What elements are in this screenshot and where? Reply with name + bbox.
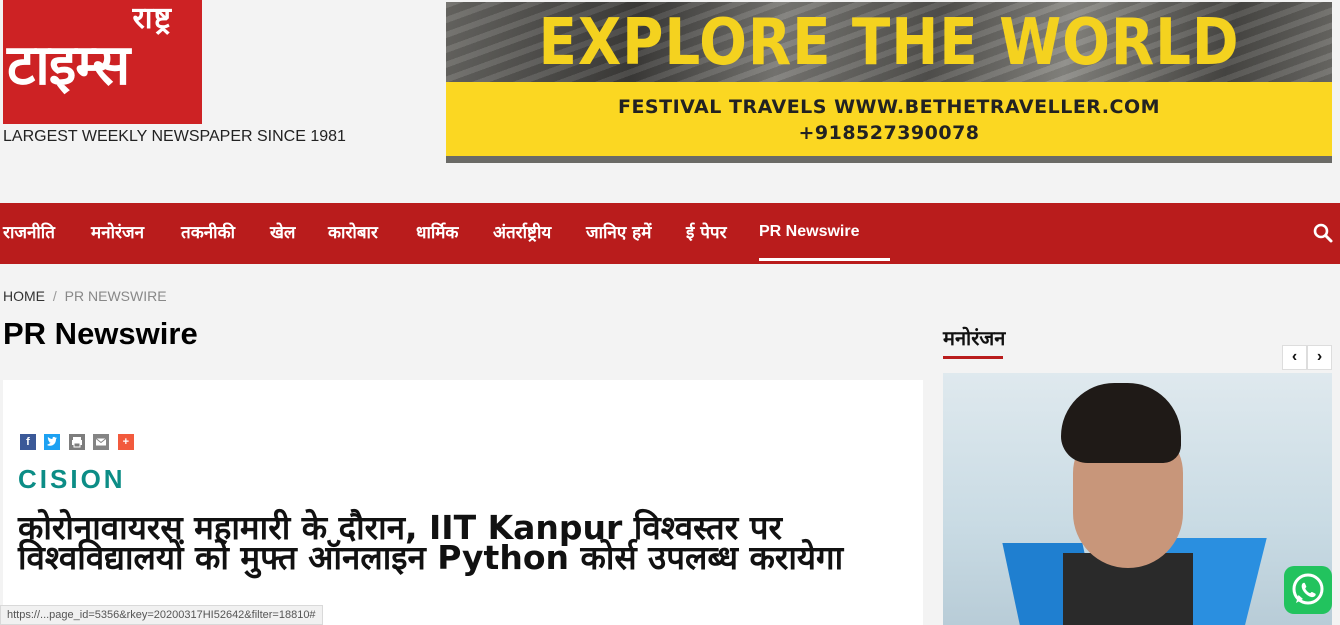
cision-logo: CISION xyxy=(18,464,126,495)
nav-item-epaper[interactable]: ई पेपर xyxy=(686,203,727,264)
sidebar-section-title: मनोरंजन xyxy=(943,326,1006,350)
nav-item-religion[interactable]: धार्मिक xyxy=(416,203,458,264)
carousel-prev-button[interactable]: ‹ xyxy=(1282,345,1307,370)
banner-line-2: +918527390078 xyxy=(798,122,980,144)
share-bar: f + xyxy=(20,434,138,450)
sidebar-featured-image[interactable] xyxy=(943,373,1332,625)
twitter-icon[interactable] xyxy=(44,434,61,450)
carousel-next-button[interactable]: › xyxy=(1307,345,1332,370)
status-bar-url: https://...page_id=5356&rkey=20200317HI5… xyxy=(0,605,323,625)
banner-line-1: FESTIVAL TRAVELS WWW.BETHETRAVELLER.COM xyxy=(617,96,1161,118)
nav-item-pr-newswire[interactable]: PR Newswire xyxy=(759,203,859,264)
nav-item-entertainment[interactable]: मनोरंजन xyxy=(91,203,144,264)
plus-icon[interactable]: + xyxy=(117,434,134,450)
nav-item-technology[interactable]: तकनीकी xyxy=(181,203,235,264)
nav-item-politics[interactable]: राजनीति xyxy=(3,203,55,264)
main-nav: राजनीति मनोरंजन तकनीकी खेल कारोबार धार्म… xyxy=(0,203,1340,264)
nav-active-underline xyxy=(759,258,890,261)
nav-item-business[interactable]: कारोबार xyxy=(328,203,378,264)
banner-strip xyxy=(446,82,1332,156)
nav-item-international[interactable]: अंतर्राष्ट्रीय xyxy=(493,203,551,264)
site-tagline: LARGEST WEEKLY NEWSPAPER SINCE 1981 xyxy=(3,128,346,145)
ad-banner[interactable]: EXPLORE THE WORLD FESTIVAL TRAVELS WWW.B… xyxy=(446,2,1332,163)
breadcrumb: HOME / PR NEWSWIRE xyxy=(3,288,167,304)
cision-brand-text: CISION xyxy=(18,464,126,494)
facebook-icon[interactable]: f xyxy=(20,434,36,450)
nav-item-about[interactable]: जानिए हमें xyxy=(586,203,651,264)
article-card: f + CISION कोरोनावायरस महामारी के दौरान,… xyxy=(3,380,923,625)
search-icon[interactable] xyxy=(1312,222,1334,244)
breadcrumb-separator: / xyxy=(52,288,57,304)
email-icon[interactable] xyxy=(93,434,110,450)
sidebar-title-underline xyxy=(943,356,1003,359)
banner-bottom-edge xyxy=(446,156,1332,163)
logo-top-text: राष्ट्र xyxy=(132,1,172,36)
site-logo[interactable]: राष्ट्र टाइम्स xyxy=(3,0,202,124)
banner-headline: EXPLORE THE WORLD xyxy=(538,6,1240,80)
breadcrumb-home[interactable]: HOME xyxy=(3,288,45,304)
logo-main-text: टाइम्स xyxy=(7,33,130,98)
breadcrumb-current: PR NEWSWIRE xyxy=(64,288,167,304)
article-headline[interactable]: कोरोनावायरस महामारी के दौरान, IIT Kanpur… xyxy=(18,511,908,574)
nav-item-sports[interactable]: खेल xyxy=(270,203,295,264)
image-hair xyxy=(1061,383,1181,463)
page-title: PR Newswire xyxy=(3,316,198,351)
print-icon[interactable] xyxy=(68,434,85,450)
whatsapp-icon[interactable] xyxy=(1284,566,1332,614)
